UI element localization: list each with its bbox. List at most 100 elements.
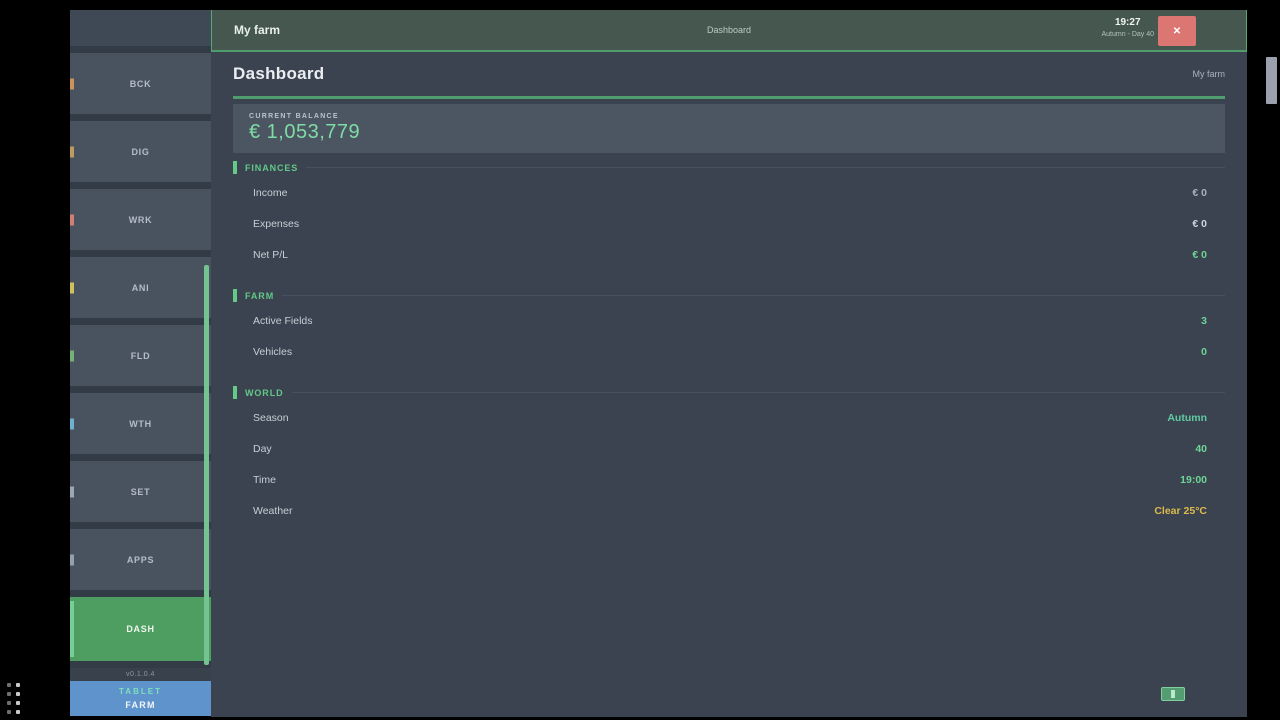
sidebar: BCK DIG WRK ANI FLD WTH SET APPS DASH v0… — [70, 10, 211, 716]
stat-value: Clear 25°C — [1154, 505, 1207, 517]
stat-row-season: Season Autumn — [233, 402, 1225, 433]
sidebar-item-wrk[interactable]: WRK — [70, 189, 211, 250]
close-button[interactable]: ✕ — [1158, 16, 1196, 46]
dot — [7, 710, 11, 714]
sidebar-item-bck[interactable]: BCK — [70, 53, 211, 114]
set-icon — [70, 486, 74, 497]
stat-row-time: Time 19:00 — [233, 464, 1225, 495]
sidebar-item-ani[interactable]: ANI — [70, 257, 211, 318]
dot — [7, 701, 11, 705]
fld-icon — [70, 350, 74, 361]
stat-label: Season — [253, 412, 289, 424]
stat-value: 19:00 — [1180, 474, 1207, 486]
sidebar-item-fld[interactable]: FLD — [70, 325, 211, 386]
section-accent-bar — [233, 161, 237, 174]
bck-icon — [70, 78, 74, 89]
dashboard-content: Dashboard My farm CURRENT BALANCE € 1,05… — [211, 52, 1247, 526]
sidebar-item-dash[interactable]: DASH — [70, 597, 211, 661]
sidebar-item-label: WRK — [129, 215, 153, 225]
battery-icon — [1161, 687, 1185, 701]
dot — [7, 683, 11, 687]
sidebar-item-label: BCK — [130, 79, 152, 89]
clock-date: Autumn - Day 40 — [1101, 31, 1154, 38]
stat-row-weather: Weather Clear 25°C — [233, 495, 1225, 526]
section-world: WORLD Season Autumn Day 40 Time 19:00 We… — [233, 386, 1225, 526]
dig-icon — [70, 146, 74, 157]
section-finances: FINANCES Income € 0 Expenses € 0 Net P/L… — [233, 161, 1225, 270]
wth-icon — [70, 418, 74, 429]
sidebar-item-dig[interactable]: DIG — [70, 121, 211, 182]
stat-label: Weather — [253, 505, 293, 517]
sidebar-item-label: APPS — [127, 555, 154, 565]
section-accent-bar — [233, 386, 237, 399]
stat-label: Vehicles — [253, 346, 292, 358]
stat-label: Expenses — [253, 218, 299, 230]
sidebar-scrollbar[interactable] — [204, 265, 209, 665]
sidebar-item-label: DASH — [126, 624, 154, 634]
stat-label: Income — [253, 187, 287, 199]
section-title: FARM — [245, 291, 274, 301]
stat-label: Active Fields — [253, 315, 313, 327]
section-header: WORLD — [233, 386, 1225, 399]
stat-row-active-fields: Active Fields 3 — [233, 305, 1225, 336]
app-version: v0.1.0.4 — [70, 668, 211, 681]
stat-value: € 0 — [1192, 187, 1207, 199]
stat-value: 3 — [1201, 315, 1207, 327]
page-farm-label: My farm — [1193, 69, 1226, 79]
stat-row-vehicles: Vehicles 0 — [233, 336, 1225, 367]
dot — [16, 701, 20, 705]
stat-row-day: Day 40 — [233, 433, 1225, 464]
section-accent-bar — [233, 289, 237, 302]
tabletfarm-logo: TABLET FARM — [70, 681, 211, 716]
sidebar-item-label: DIG — [131, 147, 149, 157]
corner-dots — [7, 683, 20, 714]
wrk-icon — [70, 214, 74, 225]
section-rule — [306, 167, 1225, 168]
breadcrumb: Dashboard — [707, 25, 751, 35]
balance-label: CURRENT BALANCE — [249, 113, 1209, 120]
stat-value: € 0 — [1192, 249, 1207, 261]
stat-label: Net P/L — [253, 249, 288, 261]
section-header: FARM — [233, 289, 1225, 302]
dot — [16, 683, 20, 687]
stat-value: € 0 — [1192, 218, 1207, 230]
topbar-farm-name: My farm — [234, 23, 280, 37]
logo-line2: FARM — [125, 700, 155, 710]
dash-icon — [70, 601, 74, 657]
balance-card: CURRENT BALANCE € 1,053,779 — [233, 104, 1225, 153]
sidebar-item-wth[interactable]: WTH — [70, 393, 211, 454]
sidebar-header — [70, 10, 211, 46]
stat-label: Time — [253, 474, 276, 486]
page-header: Dashboard My farm — [233, 52, 1225, 96]
dot — [7, 692, 11, 696]
balance-value: € 1,053,779 — [249, 121, 1209, 144]
section-rule — [292, 392, 1226, 393]
section-title: WORLD — [245, 388, 284, 398]
topbar: My farm Dashboard 19:27 Autumn - Day 40 … — [211, 10, 1247, 52]
stat-value: Autumn — [1167, 412, 1207, 424]
section-title: FINANCES — [245, 163, 298, 173]
close-icon: ✕ — [1173, 26, 1181, 37]
stat-row-netpl: Net P/L € 0 — [233, 239, 1225, 270]
section-header: FINANCES — [233, 161, 1225, 174]
apps-icon — [70, 554, 74, 565]
section-farm: FARM Active Fields 3 Vehicles 0 — [233, 289, 1225, 367]
sidebar-item-label: ANI — [132, 283, 150, 293]
stat-value: 40 — [1195, 443, 1207, 455]
stat-row-income: Income € 0 — [233, 177, 1225, 208]
sidebar-item-set[interactable]: SET — [70, 461, 211, 522]
logo-line1: TABLET — [119, 687, 162, 696]
stat-label: Day — [253, 443, 272, 455]
sidebar-item-apps[interactable]: APPS — [70, 529, 211, 590]
title-divider — [233, 96, 1225, 99]
dot — [16, 692, 20, 696]
screen-scrollbar-thumb[interactable] — [1266, 57, 1277, 104]
sidebar-item-label: SET — [131, 487, 151, 497]
stat-value: 0 — [1201, 346, 1207, 358]
battery-level-bar — [1171, 690, 1175, 698]
tablet-panel: My farm Dashboard 19:27 Autumn - Day 40 … — [211, 10, 1247, 717]
clock-time: 19:27 — [1101, 17, 1154, 28]
dot — [16, 710, 20, 714]
stat-row-expenses: Expenses € 0 — [233, 208, 1225, 239]
sidebar-item-label: FLD — [131, 351, 151, 361]
